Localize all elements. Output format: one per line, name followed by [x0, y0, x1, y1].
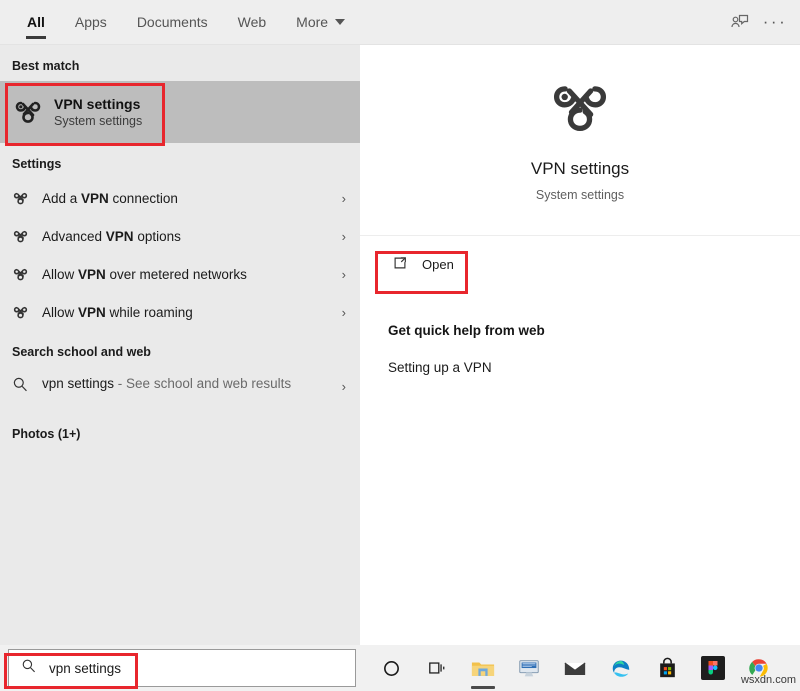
windows-search-flyout: All Apps Documents Web More ··· Best mat… [0, 0, 800, 645]
task-view-icon[interactable] [416, 645, 458, 691]
tab-documents[interactable]: Documents [122, 0, 223, 45]
chevron-right-icon: › [341, 228, 346, 244]
settings-item-label: Allow VPN while roaming [42, 304, 193, 320]
preview-title: VPN settings [530, 159, 630, 178]
vpn-knot-icon [12, 267, 42, 282]
tab-web[interactable]: Web [223, 0, 282, 45]
vpn-knot-icon [12, 98, 54, 126]
mail-icon[interactable] [554, 645, 596, 691]
best-match-title: VPN settings [54, 96, 141, 112]
taskbar-items [370, 645, 780, 691]
web-search-result-row[interactable]: vpn settings - See school and web result… [0, 367, 360, 413]
settings-item-allow-vpn-roaming[interactable]: Allow VPN while roaming › [0, 293, 360, 331]
file-explorer-icon[interactable] [462, 645, 504, 691]
settings-header: Settings [12, 157, 62, 171]
chevron-right-icon: › [341, 266, 346, 282]
tab-documents-label: Documents [136, 14, 208, 30]
chevron-down-icon [335, 19, 346, 25]
figma-icon[interactable] [692, 645, 734, 691]
best-match-texts: VPN settings System settings [54, 96, 142, 128]
chevron-right-icon: › [341, 304, 346, 320]
tab-apps-label: Apps [74, 14, 107, 30]
quick-help-title: Get quick help from web [388, 323, 545, 338]
quick-help-section: Get quick help from web Setting up a VPN [360, 293, 800, 375]
settings-item-label: Allow VPN over metered networks [42, 266, 247, 282]
tab-web-label: Web [237, 14, 267, 30]
web-search-suffix: - See school and web results [114, 376, 292, 391]
settings-item-advanced-vpn-options[interactable]: Advanced VPN options › [0, 217, 360, 255]
settings-item-allow-vpn-metered[interactable]: Allow VPN over metered networks › [0, 255, 360, 293]
preview-pane: VPN settings System settings Open Get qu… [360, 45, 800, 645]
search-tabbar: All Apps Documents Web More ··· [0, 0, 800, 45]
more-options-icon[interactable]: ··· [760, 0, 800, 45]
settings-item-label: Add a VPN connection [42, 190, 178, 206]
vpn-knot-icon [12, 229, 42, 244]
web-search-query: vpn settings [42, 376, 115, 391]
vpn-knot-icon [12, 305, 42, 320]
preview-subtitle: System settings [535, 188, 625, 202]
feedback-person-icon[interactable] [720, 0, 760, 45]
open-strip: Open [360, 236, 800, 293]
tab-more[interactable]: More [281, 0, 360, 45]
search-input[interactable]: vpn settings [8, 649, 356, 687]
settings-item-add-vpn-connection[interactable]: Add a VPN connection › [0, 179, 360, 217]
tab-apps[interactable]: Apps [60, 0, 122, 45]
remote-desktop-icon[interactable] [508, 645, 550, 691]
search-icon [21, 658, 37, 679]
quick-help-link[interactable]: Setting up a VPN [388, 360, 800, 375]
vpn-knot-icon [12, 191, 42, 206]
preview-card: VPN settings System settings [360, 45, 800, 236]
tab-all-label: All [27, 14, 45, 30]
open-button[interactable]: Open [382, 247, 472, 282]
tab-all[interactable]: All [12, 0, 60, 45]
external-link-icon [392, 255, 408, 274]
best-match-header: Best match [12, 59, 80, 73]
search-input-value: vpn settings [49, 660, 122, 676]
tab-more-label: More [296, 14, 329, 30]
watermark: wsxdn.com [740, 674, 796, 686]
vpn-knot-icon [546, 78, 614, 143]
search-body: Best match VPN settings System settings … [0, 45, 800, 645]
microsoft-store-icon[interactable] [646, 645, 688, 691]
cortana-icon[interactable] [370, 645, 412, 691]
chevron-right-icon: › [341, 379, 346, 394]
search-icon [12, 373, 42, 398]
web-search-text: vpn settings - See school and web result… [42, 373, 342, 393]
search-flyout-screen: All Apps Documents Web More ··· Best mat… [0, 0, 800, 691]
best-match-row[interactable]: VPN settings System settings [0, 81, 360, 143]
settings-item-label: Advanced VPN options [42, 228, 181, 244]
chevron-right-icon: › [341, 190, 346, 206]
open-button-label: Open [422, 257, 454, 272]
more-options-glyph: ··· [762, 12, 788, 31]
taskbar: vpn settings wsxdn.com [0, 645, 800, 691]
search-results-pane: Best match VPN settings System settings … [0, 45, 360, 645]
photos-header: Photos (1+) [12, 427, 81, 441]
best-match-subtitle: System settings [54, 114, 143, 128]
edge-icon[interactable] [600, 645, 642, 691]
web-search-header: Search school and web [12, 345, 151, 359]
